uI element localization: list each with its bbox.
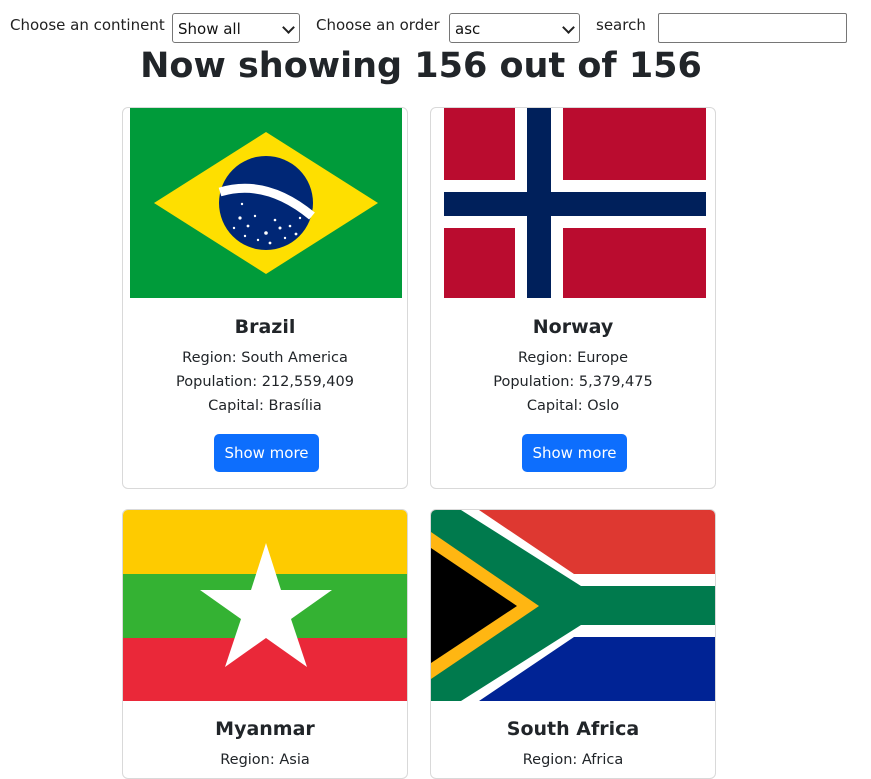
- country-name: Norway: [532, 316, 614, 338]
- continent-label: Choose an continent: [10, 16, 165, 34]
- order-select[interactable]: asc: [449, 13, 580, 43]
- country-population: Population: 212,559,409: [176, 374, 354, 390]
- country-card-south-africa: South Africa Region: Africa: [430, 509, 716, 779]
- filter-bar: Choose an continent Show all Choose an o…: [0, 0, 871, 50]
- chevron-down-icon: [562, 21, 575, 34]
- country-population: Population: 5,379,475: [493, 374, 653, 390]
- show-more-button[interactable]: Show more: [522, 434, 627, 472]
- country-region: Region: Europe: [517, 350, 629, 366]
- country-card-brazil: Brazil Region: South America Population:…: [122, 107, 408, 489]
- country-card-myanmar: Myanmar Region: Asia: [122, 509, 408, 779]
- norway-flag-image: [444, 108, 706, 298]
- results-heading: Now showing 156 out of 156: [140, 46, 702, 86]
- search-input[interactable]: [658, 13, 847, 43]
- continent-select-value: Show all: [178, 20, 241, 38]
- country-region: Region: Asia: [220, 752, 310, 768]
- show-more-button[interactable]: Show more: [214, 434, 319, 472]
- country-name: Myanmar: [215, 718, 315, 740]
- country-capital: Capital: Oslo: [526, 398, 620, 414]
- myanmar-flag-image: [123, 510, 407, 701]
- country-region: Region: Africa: [522, 752, 624, 768]
- country-name: Brazil: [234, 316, 296, 338]
- brazil-flag-image: [130, 108, 402, 298]
- country-card-norway: Norway Region: Europe Population: 5,379,…: [430, 107, 716, 489]
- chevron-down-icon: [282, 21, 295, 34]
- continent-select[interactable]: Show all: [172, 13, 300, 43]
- country-name: South Africa: [506, 718, 640, 740]
- country-region: Region: South America: [182, 350, 348, 366]
- order-label: Choose an order: [316, 16, 440, 34]
- search-label: search: [596, 16, 646, 34]
- order-select-value: asc: [455, 20, 481, 38]
- country-capital: Capital: Brasília: [208, 398, 322, 414]
- south-africa-flag-image: [431, 510, 715, 701]
